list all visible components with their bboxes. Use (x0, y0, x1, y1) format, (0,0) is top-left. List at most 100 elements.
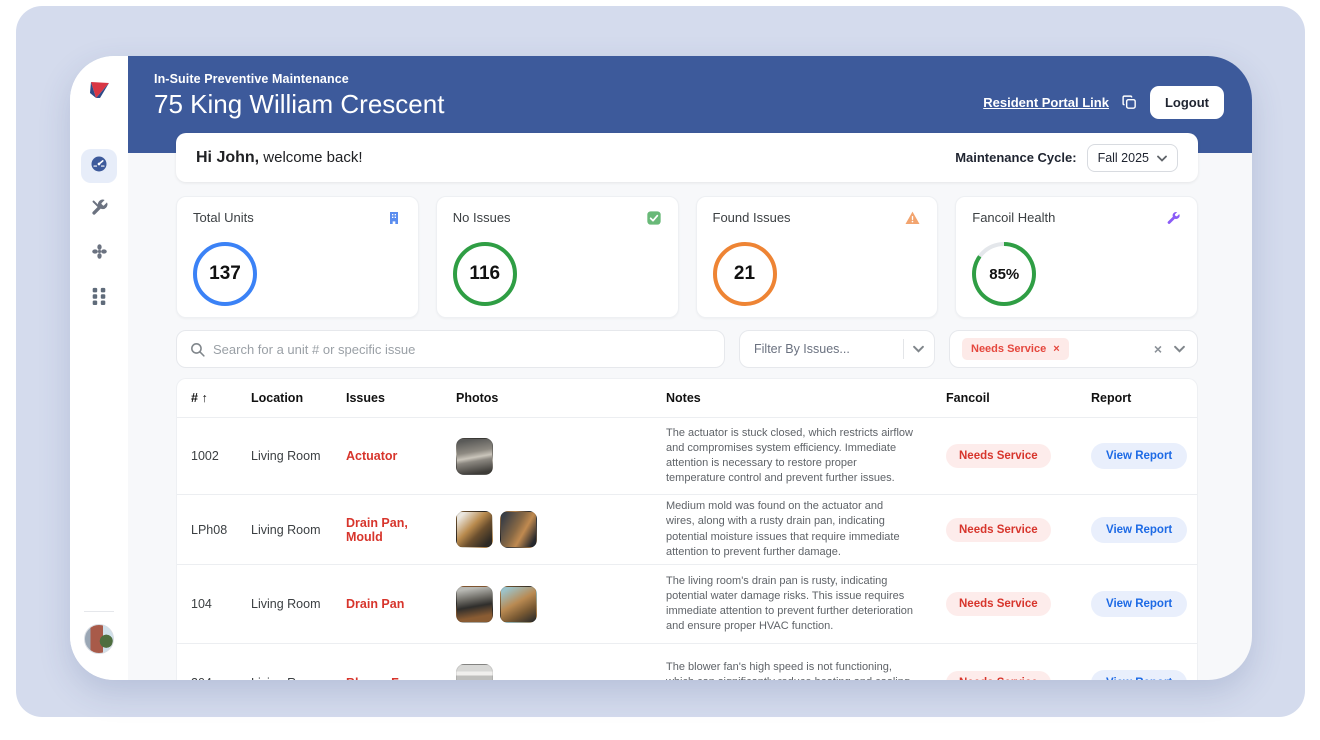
unit-number: LPh08 (177, 523, 237, 537)
issues-cell: Actuator (332, 449, 442, 463)
column-header-report[interactable]: Report (1077, 391, 1199, 405)
column-header-unit[interactable]: # ↑ (177, 391, 237, 405)
photos-cell (442, 438, 652, 475)
view-report-button[interactable]: View Report (1091, 517, 1187, 543)
photo-thumbnail[interactable] (456, 664, 493, 680)
view-report-button[interactable]: View Report (1091, 443, 1187, 469)
stat-value-circle: 85% (976, 246, 1032, 302)
fancoil-health-ring: 85% (972, 242, 1036, 306)
main-area: In-Suite Preventive Maintenance 75 King … (128, 56, 1252, 680)
content-area: Hi John, welcome back! Maintenance Cycle… (176, 133, 1198, 680)
stat-value-circle: 21 (713, 242, 777, 306)
sidebar-item-fancoil[interactable] (81, 237, 117, 271)
maintenance-cycle-value: Fall 2025 (1098, 151, 1149, 165)
search-box (176, 330, 725, 368)
sidebar-footer (70, 611, 128, 654)
stat-value-circle: 116 (453, 242, 517, 306)
wrench-icon (1165, 210, 1181, 231)
notes-cell: The living room's drain pan is rusty, in… (652, 574, 932, 635)
notes-cell: Medium mold was found on the actuator an… (652, 499, 932, 560)
search-input[interactable] (177, 331, 724, 367)
page-title: 75 King William Crescent (154, 89, 444, 120)
stat-card-found-issues: Found Issues 21 (696, 196, 939, 318)
photo-thumbnail[interactable] (500, 586, 537, 623)
issues-cell: Drain Pan, Mould (332, 516, 442, 544)
photo-thumbnail[interactable] (500, 511, 537, 548)
greeting-text: Hi John, welcome back! (196, 149, 363, 167)
fancoil-status-badge: Needs Service (946, 444, 1051, 468)
unit-number: 1002 (177, 449, 237, 463)
company-logo (85, 76, 113, 109)
fancoil-status-badge: Needs Service (946, 671, 1051, 681)
check-icon (646, 210, 662, 231)
warning-icon (904, 210, 921, 231)
table-row: LPh08 Living Room Drain Pan, Mould Mediu… (177, 494, 1197, 564)
chevron-down-icon (1174, 340, 1185, 358)
view-report-button[interactable]: View Report (1091, 670, 1187, 681)
unit-number: 104 (177, 597, 237, 611)
notes-cell: The blower fan's high speed is not funct… (652, 660, 932, 680)
greeting-salutation: Hi John, (196, 149, 259, 166)
chip-remove-icon[interactable]: × (1053, 343, 1059, 355)
column-header-issues[interactable]: Issues (332, 391, 442, 405)
stat-label: Total Units (193, 210, 254, 225)
sidebar-item-dashboard[interactable] (81, 149, 117, 183)
column-header-photos[interactable]: Photos (442, 391, 652, 405)
maintenance-cycle-select[interactable]: Fall 2025 (1087, 144, 1178, 172)
maintenance-cycle-label: Maintenance Cycle: (955, 150, 1076, 165)
sidebar-item-apps[interactable] (81, 281, 117, 315)
issues-cell: Blower Fan (332, 676, 442, 681)
view-report-button[interactable]: View Report (1091, 591, 1187, 617)
table-row: 204 Living Room Blower Fan The blower fa… (177, 643, 1197, 680)
stat-label: No Issues (453, 210, 511, 225)
table-header-row: # ↑ Location Issues Photos Notes Fancoil… (177, 379, 1197, 417)
property-avatar[interactable] (84, 624, 114, 654)
sidebar-divider (84, 611, 114, 612)
column-header-notes[interactable]: Notes (652, 391, 932, 405)
column-header-location[interactable]: Location (237, 391, 332, 405)
copy-link-icon[interactable] (1121, 94, 1138, 111)
location-cell: Living Room (237, 449, 332, 463)
grid-dots-icon (91, 287, 107, 310)
issue-filter-select[interactable]: Filter By Issues... (739, 330, 935, 368)
search-icon (189, 341, 206, 358)
unit-number: 204 (177, 676, 237, 681)
issue-filter-placeholder: Filter By Issues... (754, 342, 894, 356)
fancoil-status-badge: Needs Service (946, 518, 1051, 542)
stat-card-no-issues: No Issues 116 (436, 196, 679, 318)
active-filter-chip: Needs Service × (962, 338, 1069, 360)
select-divider (903, 339, 904, 359)
resident-portal-link[interactable]: Resident Portal Link (983, 95, 1109, 110)
photo-thumbnail[interactable] (456, 586, 493, 623)
issues-table: # ↑ Location Issues Photos Notes Fancoil… (176, 378, 1198, 680)
clear-filter-icon[interactable]: × (1150, 341, 1166, 357)
location-cell: Living Room (237, 676, 332, 681)
stat-card-fancoil-health: Fancoil Health 85% (955, 196, 1198, 318)
tools-icon (90, 198, 109, 222)
app-window: In-Suite Preventive Maintenance 75 King … (70, 56, 1252, 680)
logout-button[interactable]: Logout (1150, 86, 1224, 119)
stat-label: Found Issues (713, 210, 791, 225)
table-row: 104 Living Room Drain Pan The living roo… (177, 564, 1197, 643)
filter-row: Filter By Issues... Needs Service × × (176, 330, 1198, 368)
photos-cell (442, 664, 652, 680)
photo-thumbnail[interactable] (456, 438, 493, 475)
stat-card-total-units: Total Units 137 (176, 196, 419, 318)
app-subtitle: In-Suite Preventive Maintenance (154, 72, 444, 86)
greeting-message: welcome back! (263, 149, 362, 166)
sidebar-item-tools[interactable] (81, 193, 117, 227)
greeting-bar: Hi John, welcome back! Maintenance Cycle… (176, 133, 1198, 182)
stat-label: Fancoil Health (972, 210, 1055, 225)
status-filter-multiselect[interactable]: Needs Service × × (949, 330, 1198, 368)
issues-cell: Drain Pan (332, 597, 442, 611)
fancoil-status-badge: Needs Service (946, 592, 1051, 616)
photo-thumbnail[interactable] (456, 511, 493, 548)
table-row: 1002 Living Room Actuator The actuator i… (177, 417, 1197, 494)
chevron-down-icon (1157, 151, 1167, 165)
stat-cards: Total Units 137 No Issues (176, 196, 1198, 318)
fan-icon (90, 242, 109, 266)
column-header-fancoil[interactable]: Fancoil (932, 391, 1077, 405)
filter-chip-label: Needs Service (971, 343, 1046, 355)
chevron-down-icon (913, 340, 924, 358)
sidebar (70, 56, 128, 680)
